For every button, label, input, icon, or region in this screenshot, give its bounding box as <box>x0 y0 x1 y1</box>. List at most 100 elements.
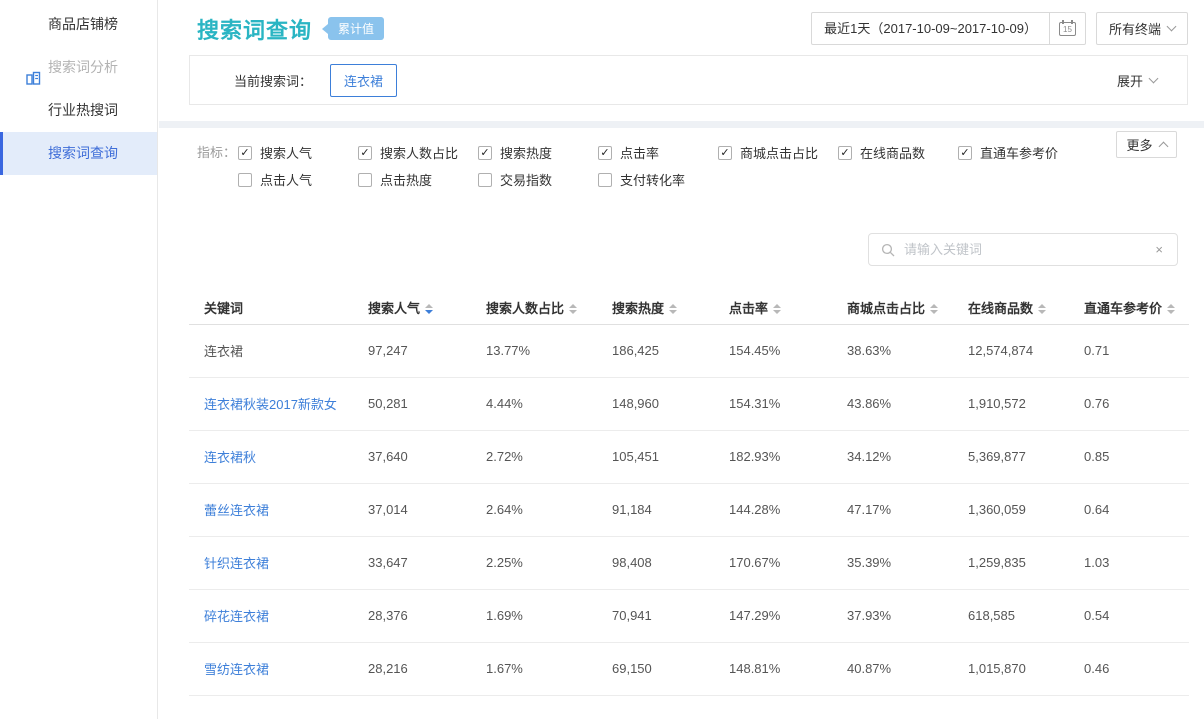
checkbox-checked-icon[interactable] <box>838 146 852 160</box>
sidebar-item[interactable]: 搜索词查询 <box>0 132 157 175</box>
column-header[interactable]: 搜索热度 <box>597 292 714 324</box>
keyword-link[interactable]: 连衣裙秋装2017新款女 <box>204 397 337 412</box>
metric-checkbox[interactable]: 支付转化率 <box>598 170 718 189</box>
calendar-button[interactable]: 15 <box>1050 12 1086 45</box>
more-button[interactable]: 更多 <box>1116 131 1177 158</box>
column-header[interactable]: 商城点击占比 <box>832 292 953 324</box>
metric-checkbox[interactable]: 在线商品数 <box>838 143 958 162</box>
sidebar-item[interactable]: 商品店铺榜 <box>0 3 157 46</box>
metric-checkbox[interactable]: 搜索人数占比 <box>358 143 478 162</box>
metric-checkbox-label: 交易指数 <box>500 170 552 189</box>
column-header-label: 关键词 <box>204 301 243 316</box>
metric-checkbox[interactable]: 搜索人气 <box>238 143 358 162</box>
value-cell: 1.03 <box>1069 536 1189 589</box>
content-area: 指标： 搜索人气搜索人数占比搜索热度点击率商城点击占比在线商品数直通车参考价点击… <box>159 128 1204 696</box>
column-header-label: 搜索人数占比 <box>486 301 564 316</box>
value-cell: 12,574,874 <box>953 324 1069 377</box>
keyword-cell: 雪纺连衣裙 <box>189 642 353 695</box>
metric-checkbox-label: 直通车参考价 <box>980 143 1058 162</box>
metric-checkbox[interactable]: 交易指数 <box>478 170 598 189</box>
table-row: 连衣裙秋装2017新款女50,2814.44%148,960154.31%43.… <box>189 377 1189 430</box>
column-header-label: 点击率 <box>729 301 768 316</box>
metric-checkbox[interactable]: 搜索热度 <box>478 143 598 162</box>
checkbox-unchecked-icon[interactable] <box>358 173 372 187</box>
chevron-down-icon <box>1167 22 1177 32</box>
chevron-up-icon <box>1158 142 1168 152</box>
main-panel: 搜索词查询 累计值 最近1天（2017-10-09~2017-10-09） 15… <box>159 0 1204 696</box>
checkbox-checked-icon[interactable] <box>358 146 372 160</box>
metrics-grid: 搜索人气搜索人数占比搜索热度点击率商城点击占比在线商品数 直通车参考价点击人气点击… <box>238 139 1078 193</box>
metric-checkbox[interactable]: 点击人气 <box>238 170 358 189</box>
column-header[interactable]: 在线商品数 <box>953 292 1069 324</box>
sidebar-item[interactable]: 搜索词分析 <box>0 46 157 89</box>
sort-icon[interactable] <box>1038 304 1046 314</box>
current-keyword-tag[interactable]: 连衣裙 <box>330 64 397 97</box>
value-cell: 0.46 <box>1069 642 1189 695</box>
value-cell: 0.71 <box>1069 324 1189 377</box>
checkbox-checked-icon[interactable] <box>718 146 732 160</box>
keyword-search-input[interactable] <box>902 241 1153 258</box>
column-header-label: 商城点击占比 <box>847 301 925 316</box>
metric-checkbox[interactable]: 直通车参考价 <box>958 143 1078 162</box>
keyword-link[interactable]: 碎花连衣裙 <box>204 609 269 624</box>
column-header-label: 在线商品数 <box>968 301 1033 316</box>
value-cell: 47.17% <box>832 483 953 536</box>
clear-input-icon[interactable]: × <box>1153 242 1165 257</box>
keyword-link[interactable]: 连衣裙秋 <box>204 450 256 465</box>
keyword-link[interactable]: 雪纺连衣裙 <box>204 662 269 677</box>
column-header[interactable]: 点击率 <box>714 292 832 324</box>
sidebar: 商品店铺榜搜索词分析行业热搜词搜索词查询 <box>0 0 158 719</box>
value-cell: 1,259,835 <box>953 536 1069 589</box>
metric-row: 点击人气点击热度 交易指数 支付转化率 <box>238 166 1078 193</box>
checkbox-unchecked-icon[interactable] <box>478 173 492 187</box>
value-cell: 0.85 <box>1069 430 1189 483</box>
current-search-label: 当前搜索词： <box>234 71 312 90</box>
keyword-search-box: × <box>868 233 1178 266</box>
value-cell: 0.64 <box>1069 483 1189 536</box>
checkbox-checked-icon[interactable] <box>958 146 972 160</box>
column-header-label: 搜索人气 <box>368 301 420 316</box>
value-cell: 37.93% <box>832 589 953 642</box>
date-range-label[interactable]: 最近1天（2017-10-09~2017-10-09） <box>811 12 1050 45</box>
sort-icon[interactable] <box>425 304 433 314</box>
checkbox-checked-icon[interactable] <box>238 146 252 160</box>
keyword-search-row: × <box>159 233 1178 266</box>
date-range-picker[interactable]: 最近1天（2017-10-09~2017-10-09） 15 <box>811 12 1086 45</box>
table-row: 连衣裙97,24713.77%186,425154.45%38.63%12,57… <box>189 324 1189 377</box>
keyword-link[interactable]: 针织连衣裙 <box>204 556 269 571</box>
terminal-filter-dropdown[interactable]: 所有终端 <box>1096 12 1188 45</box>
checkbox-unchecked-icon[interactable] <box>598 173 612 187</box>
sidebar-item[interactable]: 行业热搜词 <box>0 89 157 132</box>
sort-icon[interactable] <box>773 304 781 314</box>
metric-checkbox[interactable]: 点击率 <box>598 143 718 162</box>
metric-checkbox[interactable]: 商城点击占比 <box>718 143 838 162</box>
sort-icon[interactable] <box>669 304 677 314</box>
value-cell: 5,369,877 <box>953 430 1069 483</box>
terminal-filter-label: 所有终端 <box>1109 19 1161 38</box>
column-header[interactable]: 搜索人气 <box>353 292 471 324</box>
keyword-cell: 连衣裙秋 <box>189 430 353 483</box>
table-row: 连衣裙秋37,6402.72%105,451182.93%34.12%5,369… <box>189 430 1189 483</box>
sort-icon[interactable] <box>930 304 938 314</box>
expand-toggle[interactable]: 展开 <box>1117 71 1157 90</box>
value-cell: 43.86% <box>832 377 953 430</box>
sort-icon[interactable] <box>1167 304 1175 314</box>
value-cell: 2.64% <box>471 483 597 536</box>
table-row: 碎花连衣裙28,3761.69%70,941147.29%37.93%618,5… <box>189 589 1189 642</box>
metric-checkbox[interactable]: 点击热度 <box>358 170 478 189</box>
current-search-left: 当前搜索词： 连衣裙 <box>234 64 397 97</box>
checkbox-unchecked-icon[interactable] <box>238 173 252 187</box>
sort-icon[interactable] <box>569 304 577 314</box>
table-row: 针织连衣裙33,6472.25%98,408170.67%35.39%1,259… <box>189 536 1189 589</box>
expand-label: 展开 <box>1117 71 1143 90</box>
value-cell: 618,585 <box>953 589 1069 642</box>
column-header[interactable]: 搜索人数占比 <box>471 292 597 324</box>
value-cell: 37,640 <box>353 430 471 483</box>
value-cell: 105,451 <box>597 430 714 483</box>
sidebar-item-label: 搜索词查询 <box>48 145 118 161</box>
keyword-cell: 碎花连衣裙 <box>189 589 353 642</box>
column-header[interactable]: 直通车参考价 <box>1069 292 1189 324</box>
keyword-link[interactable]: 蕾丝连衣裙 <box>204 503 269 518</box>
checkbox-checked-icon[interactable] <box>598 146 612 160</box>
checkbox-checked-icon[interactable] <box>478 146 492 160</box>
